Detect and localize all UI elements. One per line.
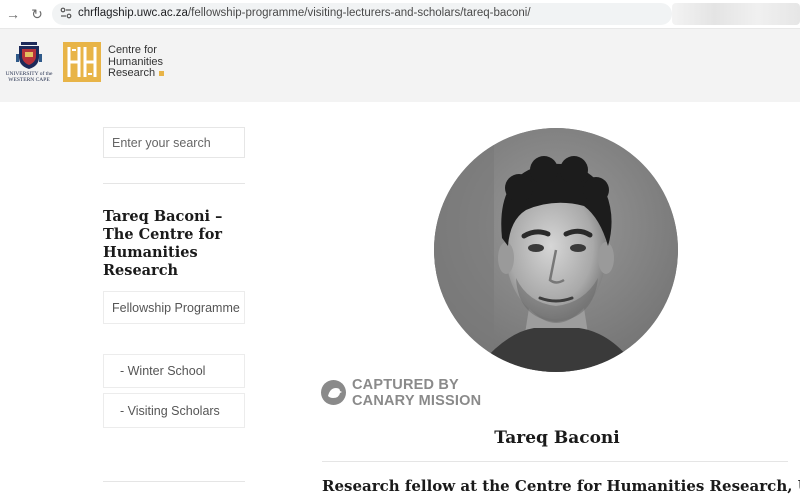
sidebar-divider [103,183,245,184]
forward-arrow-icon[interactable]: → [3,4,23,24]
watermark-line-2: CANARY MISSION [352,393,482,409]
person-role-subtitle: Research fellow at the Centre for Humani… [322,477,800,495]
watermark-line-1: CAPTURED BY [352,377,459,393]
address-bar[interactable]: chrflagship.uwc.ac.za/fellowship-program… [52,3,672,25]
profile-photo [434,128,678,372]
watermark-text: CAPTURED BY CANARY MISSION [352,377,481,409]
sidebar-divider [103,481,245,482]
reload-icon[interactable]: ↻ [27,4,47,24]
accent-square-icon [159,70,165,76]
site-settings-icon[interactable] [60,7,72,21]
chr-site-title[interactable]: Centre for Humanities Research [108,44,165,80]
sidebar-item-winter-school[interactable]: - Winter School [103,354,245,388]
sidebar-item-label: - Winter School [120,364,206,378]
search-input[interactable] [103,127,245,158]
site-header: UNIVERSITY of the WESTERN CAPE Centre fo… [0,29,800,102]
title-line-3-text: Research [108,67,156,79]
title-line-1: Centre for [108,44,157,56]
canary-bird-icon [321,380,346,405]
url-text: chrflagship.uwc.ac.za/fellowship-program… [78,7,531,19]
toolbar-extensions-area [672,3,800,25]
sidebar-item-fellowship-programme[interactable]: Fellowship Programme [103,291,245,324]
content-divider [322,461,788,462]
title-line-3: Research [108,67,165,80]
browser-toolbar: → ↻ chrflagship.uwc.ac.za/fellowship-pro… [0,0,800,29]
page-title: Tareq Baconi – The Centre for Humanities… [103,208,223,279]
sidebar-item-label: - Visiting Scholars [120,403,220,418]
sidebar-item-label: Fellowship Programme [112,300,240,315]
canary-mission-watermark: CAPTURED BY CANARY MISSION [321,377,501,409]
uwc-logo-text: UNIVERSITY of the WESTERN CAPE [5,71,53,83]
person-name-heading: Tareq Baconi [494,428,620,448]
chr-logo-icon[interactable] [63,42,101,82]
sidebar-item-visiting-scholars[interactable]: - Visiting Scholars [103,393,245,428]
